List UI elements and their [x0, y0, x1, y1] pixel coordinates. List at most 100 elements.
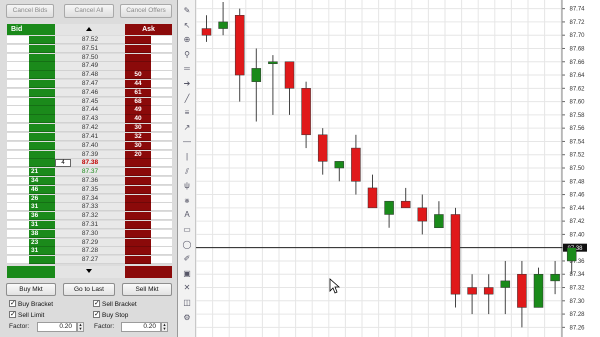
sell-order-cell[interactable] [151, 168, 172, 177]
sell-order-cell[interactable] [151, 220, 172, 230]
buy-order-cell[interactable] [7, 80, 29, 89]
ladder-row[interactable]: 26 87.34 [7, 194, 172, 203]
zoom-icon[interactable]: ⚲ [181, 50, 193, 60]
sell-order-cell[interactable] [151, 115, 172, 124]
sell-order-cell[interactable] [151, 176, 172, 186]
cancel-offers-button[interactable]: Cancel Offers [120, 4, 172, 18]
sell-order-cell[interactable] [151, 80, 172, 89]
scroll-up-arrow-icon[interactable] [86, 27, 92, 31]
ladder-row[interactable]: 36 87.32 [7, 212, 172, 221]
ladder-row[interactable]: 87.43 40 [7, 115, 172, 124]
buy-order-cell[interactable] [7, 141, 29, 150]
channel-icon[interactable]: ⫽ [181, 167, 193, 177]
go-to-last-button[interactable]: Go to Last [63, 283, 115, 296]
buy-order-cell[interactable] [7, 238, 29, 247]
sell-order-cell[interactable] [151, 71, 172, 80]
buy-order-cell[interactable] [7, 229, 29, 238]
cancel-all-button[interactable]: Cancel All [64, 4, 114, 18]
ladder-row[interactable]: 31 87.31 [7, 220, 172, 230]
sell-bracket-checkbox[interactable]: Sell Bracket [93, 299, 137, 309]
factor-spinner-left[interactable]: ▲ ▼ [77, 322, 84, 332]
buy-order-cell[interactable] [7, 176, 29, 186]
buy-stop-checkbox[interactable]: Buy Stop [93, 310, 128, 320]
crosshair-icon[interactable]: ⊕ [181, 35, 193, 45]
ladder-row[interactable]: 31 87.33 [7, 203, 172, 212]
buy-market-button[interactable]: Buy Mkt [6, 283, 56, 296]
sell-order-cell[interactable] [151, 141, 172, 150]
buy-order-cell[interactable] [7, 203, 29, 212]
arrow-right-icon[interactable]: ➔ [181, 79, 193, 89]
buy-order-cell[interactable] [7, 168, 29, 177]
pencil-icon[interactable]: ✎ [181, 6, 193, 16]
ladder-row[interactable]: 87.42 30 [7, 124, 172, 133]
sell-order-cell[interactable] [151, 132, 172, 141]
pitchfork-icon[interactable]: ψ [181, 181, 193, 191]
sell-order-cell[interactable] [151, 159, 172, 168]
ladder-row[interactable]: 87.40 30 [7, 141, 172, 150]
ladder-row[interactable]: 87.50 [7, 53, 172, 62]
buy-order-cell[interactable] [7, 185, 29, 194]
buy-order-cell[interactable] [7, 247, 29, 256]
ladder-row[interactable]: 87.51 [7, 44, 172, 53]
snapshot-icon[interactable]: ◫ [181, 298, 193, 308]
buy-order-cell[interactable] [7, 256, 29, 265]
sell-order-cell[interactable] [151, 256, 172, 265]
vertical-line-icon[interactable]: | [181, 152, 193, 162]
buy-order-cell[interactable] [7, 62, 29, 71]
sell-order-cell[interactable] [151, 229, 172, 238]
buy-order-cell[interactable] [7, 220, 29, 230]
sell-order-cell[interactable] [151, 185, 172, 194]
ladder-row[interactable]: 31 87.28 [7, 247, 172, 256]
sell-order-cell[interactable] [151, 44, 172, 53]
ladder-row[interactable]: 21 87.37 [7, 168, 172, 177]
working-order-badge[interactable]: 4 [55, 159, 71, 168]
fib-icon[interactable]: ≡ [181, 108, 193, 118]
buy-order-cell[interactable] [7, 212, 29, 221]
sell-order-cell[interactable] [151, 247, 172, 256]
buy-order-cell[interactable] [7, 53, 29, 62]
sell-order-cell[interactable] [151, 97, 172, 106]
ladder-row[interactable]: 87.39 20 [7, 150, 172, 159]
ladder-row[interactable]: 87.38 4 [7, 159, 172, 168]
ladder-row[interactable]: 87.46 61 [7, 88, 172, 97]
delete-icon[interactable]: ✕ [181, 283, 193, 293]
text-icon[interactable]: A [181, 210, 193, 220]
ladder-row[interactable]: 23 87.29 [7, 238, 172, 247]
ladder-row[interactable]: 87.45 68 [7, 97, 172, 106]
sell-order-cell[interactable] [151, 150, 172, 159]
cursor-icon[interactable]: ↖ [181, 21, 193, 31]
buy-order-cell[interactable] [7, 124, 29, 133]
buy-order-cell[interactable] [7, 115, 29, 124]
gann-icon[interactable]: ⨳ [181, 196, 193, 206]
ladder-row[interactable]: 87.27 [7, 256, 172, 265]
ladder-row[interactable]: 38 87.30 [7, 229, 172, 238]
ladder-row[interactable]: 87.41 32 [7, 132, 172, 141]
buy-order-cell[interactable] [7, 36, 29, 45]
ruler-icon[interactable]: ═ [181, 64, 193, 74]
rectangle-icon[interactable]: ▭ [181, 225, 193, 235]
ladder-row[interactable]: 87.47 44 [7, 80, 172, 89]
sell-order-cell[interactable] [151, 53, 172, 62]
factor-input-left[interactable]: 0.20 [37, 322, 77, 332]
sell-order-cell[interactable] [151, 238, 172, 247]
ray-icon[interactable]: ↗ [181, 123, 193, 133]
ladder-row[interactable]: 87.52 [7, 36, 172, 45]
sell-order-cell[interactable] [151, 194, 172, 203]
sell-order-cell[interactable] [151, 203, 172, 212]
trend-icon[interactable]: ╱ [181, 94, 193, 104]
settings-icon[interactable]: ⚙ [181, 313, 193, 323]
factor-input-right[interactable]: 0.20 [121, 322, 161, 332]
buy-order-cell[interactable] [7, 88, 29, 97]
buy-order-cell[interactable] [7, 106, 29, 115]
ladder-row[interactable]: 87.44 49 [7, 106, 172, 115]
sell-order-cell[interactable] [151, 212, 172, 221]
sell-order-cell[interactable] [151, 124, 172, 133]
sell-order-cell[interactable] [151, 106, 172, 115]
ladder-row[interactable]: 34 87.36 [7, 176, 172, 186]
factor-spinner-right[interactable]: ▲ ▼ [161, 322, 168, 332]
buy-order-cell[interactable] [7, 159, 29, 168]
cancel-bids-button[interactable]: Cancel Bids [6, 4, 54, 18]
scroll-down-arrow-icon[interactable] [86, 269, 92, 273]
buy-bracket-checkbox[interactable]: Buy Bracket [9, 299, 53, 309]
candlestick-chart[interactable]: 87.74 87.72 87.70 87.68 87.66 87.64 87.62 87.60… [196, 0, 600, 337]
